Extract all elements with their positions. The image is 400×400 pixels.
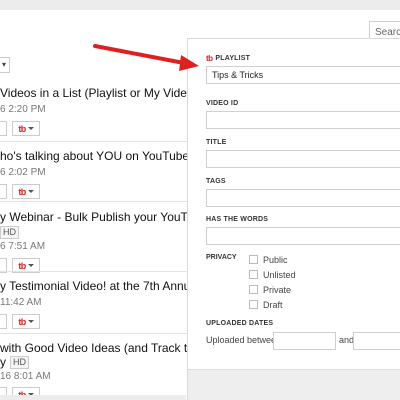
list-dropdown[interactable]: ▾ (0, 57, 10, 73)
playlist-label: tb PLAYLIST (206, 54, 251, 63)
has-the-words-label: HAS THE WORDS (206, 216, 269, 223)
video-title[interactable]: ho's talking about YOU on YouTube (0, 149, 189, 163)
top-bar (0, 0, 400, 10)
video-id-input[interactable] (206, 111, 400, 129)
video-title-line2[interactable]: y (0, 355, 6, 369)
list-footer (0, 395, 186, 400)
tubebuddy-menu-button[interactable]: tb (12, 121, 40, 136)
privacy-option-public[interactable]: Public (249, 254, 288, 265)
video-date: 6 2:02 PM (0, 167, 46, 178)
tubebuddy-logo-icon: tb (18, 260, 26, 271)
divider (0, 201, 187, 202)
video-item[interactable]: Videos in a List (Playlist or My Videos … (0, 86, 249, 136)
title-input[interactable] (206, 150, 400, 168)
playlist-select[interactable]: Tips & Tricks (206, 66, 400, 84)
divider (0, 141, 187, 142)
privacy-option-draft[interactable]: Draft (249, 299, 283, 310)
divider (0, 271, 187, 272)
tags-input[interactable] (206, 189, 400, 207)
tags-label: TAGS (206, 178, 226, 185)
tubebuddy-menu-button[interactable]: tb (12, 314, 40, 329)
video-item[interactable]: with Good Video Ideas (and Track them) u… (0, 341, 247, 400)
hd-badge: HD (0, 226, 19, 239)
video-item[interactable]: ho's talking about YOU on YouTubeHD 6 2:… (0, 149, 213, 199)
tubebuddy-logo-icon: tb (206, 54, 213, 63)
caret-down-icon (27, 127, 34, 130)
divider (0, 333, 187, 334)
checkbox[interactable] (249, 300, 258, 309)
video-date: 11:42 AM (0, 297, 42, 308)
privacy-option-unlisted[interactable]: Unlisted (249, 269, 296, 280)
hd-badge: HD (10, 356, 29, 369)
video-action-button[interactable] (0, 184, 7, 199)
caret-down-icon (27, 190, 34, 193)
checkbox[interactable] (249, 270, 258, 279)
privacy-label: PRIVACY (206, 254, 237, 261)
video-action-button[interactable] (0, 121, 7, 136)
checkbox[interactable] (249, 285, 258, 294)
tubebuddy-logo-icon: tb (18, 316, 26, 327)
tubebuddy-logo-icon: tb (18, 186, 26, 197)
chevron-down-icon: ▾ (1, 60, 6, 69)
privacy-option-private[interactable]: Private (249, 284, 291, 295)
video-date: 6 2:20 PM (0, 104, 46, 115)
uploaded-between-label: Uploaded between (206, 335, 282, 345)
video-date: 16 8:01 AM (0, 371, 51, 382)
checkbox[interactable] (249, 255, 258, 264)
title-label: TITLE (206, 139, 227, 146)
uploaded-dates-label: UPLOADED DATES (206, 320, 274, 327)
video-id-label: VIDEO ID (206, 100, 239, 107)
tubebuddy-menu-button[interactable]: tb (12, 184, 40, 199)
and-label: and (339, 335, 355, 345)
caret-down-icon (27, 320, 34, 323)
uploaded-to-date-input[interactable] (353, 332, 400, 350)
caret-down-icon (27, 264, 34, 267)
arrow-shaft (93, 44, 186, 65)
tubebuddy-logo-icon: tb (18, 123, 26, 134)
panel-footer (187, 369, 400, 400)
video-date: 6 7:51 AM (0, 241, 46, 252)
has-the-words-input[interactable] (206, 227, 400, 245)
video-item[interactable]: y Testimonial Video! at the 7th Annual V… (0, 279, 263, 329)
video-item[interactable]: y Webinar - Bulk Publish your YouTube vi… (0, 210, 259, 273)
video-action-button[interactable] (0, 314, 7, 329)
uploaded-from-date-input[interactable] (273, 332, 336, 350)
